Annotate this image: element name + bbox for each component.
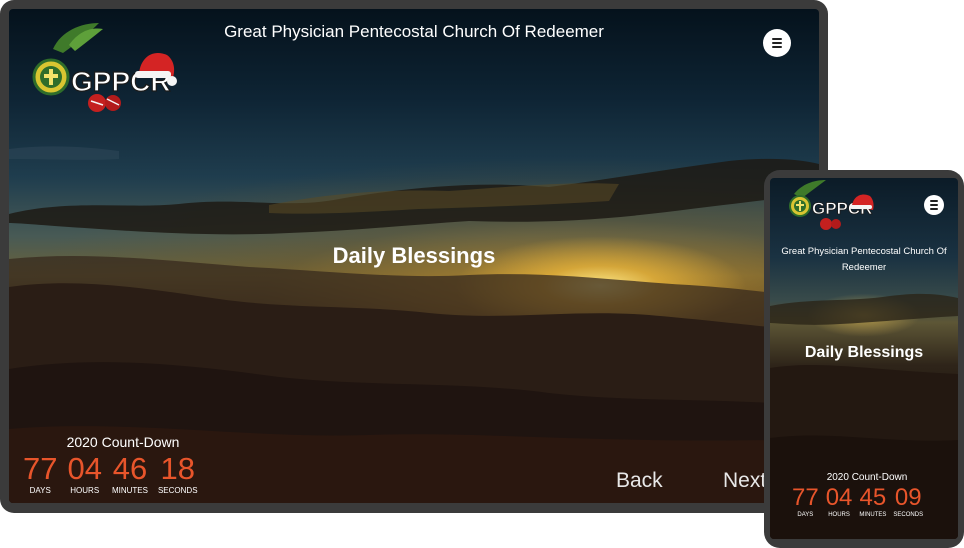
countdown-days: 77 DAYS [23,453,57,495]
phone-screen: GPPCR Great Physician Pentecostal Church… [770,178,958,539]
countdown-minutes-label: MINUTES [859,512,887,518]
countdown-minutes-label: MINUTES [111,486,148,495]
countdown-hours-value: 04 [825,484,853,511]
next-link[interactable]: Next [723,469,766,493]
hamburger-icon [772,38,782,48]
menu-button-mobile[interactable] [924,195,944,215]
countdown-hours-label: HOURS [70,486,100,495]
countdown-hours: 04 HOURS [67,453,101,495]
countdown-title: 2020 Count-Down [66,434,180,450]
countdown-days-value: 77 [23,451,58,486]
countdown-hours-value: 04 [67,451,102,486]
countdown-days: 77 DAYS [792,484,819,519]
countdown-minutes-value: 45 [859,484,887,511]
church-name-line-2: Redeemer [841,262,887,273]
countdown-seconds-value: 18 [160,451,195,486]
countdown-seconds: 09 SECONDS [893,484,924,519]
countdown-days-label: DAYS [797,512,814,518]
santa-hat-icon [850,194,874,210]
countdown-timer-mobile: 2020 Count-Down 77 DAYS 04 HOURS 45 MINU… [792,472,942,518]
countdown-days-value: 77 [792,484,819,511]
church-name-title: Great Physician Pentecostal Church Of Re… [224,22,604,41]
cross-badge-icon [32,58,70,96]
cross-badge-icon [789,195,811,217]
countdown-seconds: 18 SECONDS [158,453,198,495]
countdown-minutes: 45 MINUTES [859,484,887,519]
countdown-seconds-label: SECONDS [893,512,924,518]
menu-button[interactable] [763,29,791,57]
page-heading: Daily Blessings [332,243,496,268]
gppcr-logo-mobile[interactable]: GPPCR [786,178,876,233]
church-name-line-1: Great Physician Pentecostal Church Of [781,246,947,257]
back-link[interactable]: Back [616,469,663,493]
tablet-device-frame: GPPCR Great Physician Pentecostal Church… [0,0,828,513]
hamburger-icon [930,200,938,210]
countdown-minutes-value: 46 [112,451,148,486]
christmas-ornament-icon [820,218,841,230]
church-name-title-mobile: Great Physician Pentecostal Church Of Re… [770,244,958,276]
tablet-screen: GPPCR Great Physician Pentecostal Church… [9,9,819,503]
phone-device-frame: GPPCR Great Physician Pentecostal Church… [764,170,964,548]
countdown-hours-label: HOURS [828,512,850,518]
countdown-title-mobile: 2020 Count-Down [826,472,908,483]
countdown-seconds-value: 09 [894,484,922,511]
countdown-timer: 2020 Count-Down 77 DAYS 04 HOURS 46 MINU… [23,434,223,495]
countdown-seconds-label: SECONDS [157,486,198,495]
countdown-hours: 04 HOURS [825,484,853,519]
page-heading-mobile: Daily Blessings [804,344,924,361]
countdown-days-label: DAYS [29,486,51,495]
countdown-minutes: 46 MINUTES [112,453,148,495]
